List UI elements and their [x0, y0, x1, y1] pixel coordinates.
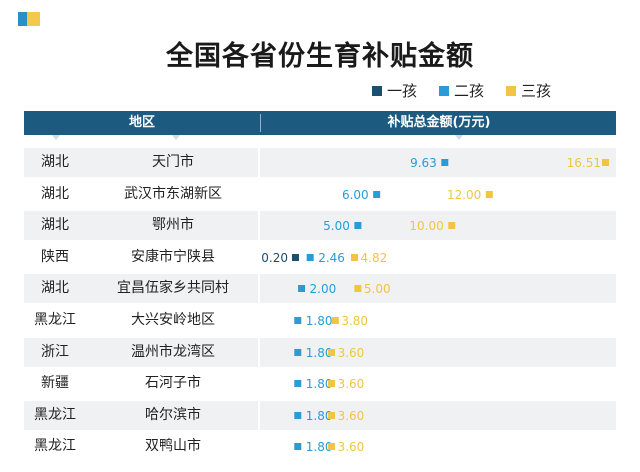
legend-item-second: 二孩 [439, 80, 484, 101]
table-row: 湖北 武汉市东湖新区 6.00 12.00 [24, 180, 616, 209]
legend: 一孩 二孩 三孩 [372, 80, 551, 101]
row-plot: 1.80 3.60 [294, 409, 365, 423]
marker-second-child [294, 317, 302, 324]
marker-third-child [485, 190, 493, 198]
marker-second-child [373, 190, 381, 198]
corner-decoration [18, 12, 40, 26]
marker-third-child [602, 159, 609, 166]
marker-third-child [328, 348, 336, 356]
data-label-first-child: 0.20 [261, 251, 288, 265]
data-label-third-child: 4.82 [361, 251, 388, 265]
data-label-third-child: 3.60 [338, 440, 365, 454]
header-tick [172, 135, 180, 140]
legend-swatch-first [372, 85, 382, 96]
marker-third-child [328, 443, 336, 451]
chart-title: 全国各省份生育补贴金额 [166, 41, 474, 72]
data-label-third-child: 3.60 [338, 377, 365, 391]
table-row: 陕西 安康市宁陕县 0.20 2.46 4.82 [24, 243, 616, 272]
marker-second-child [354, 222, 362, 230]
data-label-third-child: 5.00 [364, 282, 391, 296]
row-plot: 1.80 3.80 [294, 314, 368, 328]
row-plot: 1.80 3.60 [294, 346, 365, 360]
marker-second-child [298, 285, 306, 293]
row-plot: 9.63 16.51 [410, 156, 609, 170]
data-label-third-child: 3.80 [341, 314, 368, 328]
data-label-second-child: 6.00 [342, 188, 369, 202]
header-divider [260, 114, 261, 132]
data-label-third-child: 12.00 [447, 188, 481, 202]
header-tick [52, 135, 60, 140]
table-row: 新疆 石河子市 1.80 3.60 [24, 369, 616, 398]
table-row: 湖北 天门市 9.63 16.51 [24, 148, 616, 177]
marker-third-child [331, 317, 339, 324]
header-amount: 补贴总金额(万元) [387, 115, 491, 130]
row-plot: 6.00 12.00 [342, 188, 493, 202]
marker-second-child [294, 380, 302, 388]
table-row: 浙江 温州市龙湾区 1.80 3.60 [24, 337, 616, 367]
row-plot: 0.20 2.46 4.82 [261, 251, 388, 265]
header-tick [455, 135, 463, 140]
row-plot: 5.00 10.00 [323, 219, 456, 233]
legend-swatch-third [506, 85, 517, 96]
legend-item-first: 一孩 [372, 80, 417, 101]
row-plot: 1.80 3.60 [294, 377, 365, 391]
data-label-second-child: 9.63 [410, 156, 437, 170]
legend-label-third: 三孩 [521, 82, 552, 100]
data-label-third-child: 16.51 [567, 156, 601, 170]
data-label-third-child: 3.60 [338, 409, 365, 423]
legend-item-third: 三孩 [506, 80, 551, 101]
marker-third-child [328, 411, 336, 419]
marker-second-child [294, 348, 302, 356]
marker-second-child [441, 159, 449, 166]
marker-third-child [351, 253, 359, 261]
table-row: 黑龙江 大兴安岭地区 1.80 3.80 [24, 306, 616, 335]
row-plot: 2.00 5.00 [298, 282, 391, 296]
table-row: 湖北 宜昌伍家乡共同村 2.00 5.00 [24, 274, 616, 304]
data-label-second-child: 2.00 [310, 282, 337, 296]
header-region: 地区 [128, 115, 155, 130]
table-header: 地区 补贴总金额(万元) [24, 111, 616, 135]
data-label-second-child: 2.46 [318, 251, 345, 265]
data-label-second-child: 1.80 [306, 314, 333, 328]
marker-first-child [292, 253, 299, 261]
row-plot: 1.80 3.60 [294, 440, 365, 454]
legend-label-first: 一孩 [387, 82, 418, 100]
legend-swatch-second [439, 85, 450, 96]
marker-third-child [354, 285, 362, 293]
table-row: 黑龙江 双鸭山市 1.80 3.60 [24, 432, 616, 461]
marker-second-child [294, 411, 302, 419]
data-label-third-child: 10.00 [409, 219, 443, 233]
marker-third-child [328, 380, 336, 388]
marker-second-child [306, 253, 314, 261]
marker-third-child [448, 222, 456, 230]
data-label-second-child: 5.00 [323, 219, 350, 233]
table-row: 黑龙江 哈尔滨市 1.80 3.60 [24, 400, 616, 430]
marker-second-child [294, 443, 302, 451]
table-row: 湖北 鄂州市 5.00 10.00 [24, 211, 616, 241]
legend-label-second: 二孩 [454, 82, 485, 100]
data-label-third-child: 3.60 [338, 346, 365, 360]
